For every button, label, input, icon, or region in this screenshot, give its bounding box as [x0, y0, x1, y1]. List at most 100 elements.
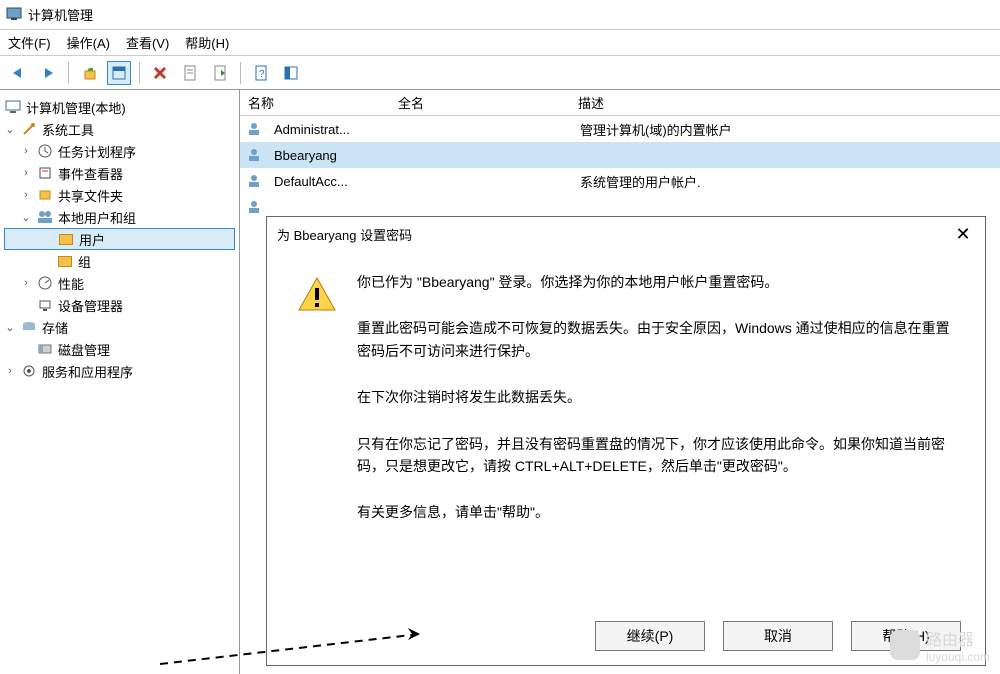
disk-icon	[36, 343, 54, 355]
menu-view[interactable]: 查看(V)	[126, 33, 169, 52]
list-header: 名称 全名 描述	[240, 90, 1000, 116]
tree-label: 共享文件夹	[58, 186, 123, 205]
tree-sharedfolders[interactable]: › 共享文件夹	[4, 184, 235, 206]
tree-servicesapps[interactable]: › 服务和应用程序	[4, 360, 235, 382]
dialog-p1: 你已作为 "Bbearyang" 登录。你选择为你的本地用户帐户重置密码。	[357, 271, 955, 293]
cell-name: Administrat...	[266, 122, 392, 137]
tree-root[interactable]: 计算机管理(本地)	[4, 96, 235, 118]
password-dialog: 为 Bbearyang 设置密码 ✕ 你已作为 "Bbearyang" 登录。你…	[266, 216, 986, 666]
twisty-icon[interactable]: ›	[4, 365, 16, 377]
menubar: 文件(F) 操作(A) 查看(V) 帮助(H)	[0, 30, 1000, 56]
tree-performance[interactable]: › 性能	[4, 272, 235, 294]
cell-name: DefaultAcc...	[266, 174, 392, 189]
tree-systools[interactable]: ⌄ 系统工具	[4, 118, 235, 140]
menu-help[interactable]: 帮助(H)	[185, 33, 229, 52]
tree-devicemgr[interactable]: › 设备管理器	[4, 294, 235, 316]
tree-label: 存储	[42, 318, 68, 337]
dialog-body: 你已作为 "Bbearyang" 登录。你选择为你的本地用户帐户重置密码。 重置…	[267, 251, 985, 558]
dialog-text: 你已作为 "Bbearyang" 登录。你选择为你的本地用户帐户重置密码。 重置…	[357, 271, 955, 548]
view-button[interactable]	[279, 61, 303, 85]
watermark-sub: luyouqi.com	[926, 650, 990, 664]
close-button[interactable]: ✕	[951, 222, 975, 246]
warning-icon	[297, 275, 337, 315]
menu-action[interactable]: 操作(A)	[67, 33, 110, 52]
col-name[interactable]: 名称	[240, 93, 390, 112]
watermark-text: 路由器	[926, 626, 990, 650]
tree-label: 组	[78, 252, 91, 271]
back-button[interactable]	[6, 61, 30, 85]
user-icon	[246, 121, 262, 137]
separator	[68, 62, 69, 84]
tree-groups[interactable]: 组	[4, 250, 235, 272]
tree-storage[interactable]: ⌄ 存储	[4, 316, 235, 338]
tree-diskmgmt[interactable]: › 磁盘管理	[4, 338, 235, 360]
svg-text:?: ?	[259, 69, 265, 80]
tree-eventviewer[interactable]: › 事件查看器	[4, 162, 235, 184]
tree-label: 磁盘管理	[58, 340, 110, 359]
device-icon	[36, 298, 54, 312]
services-icon	[20, 364, 38, 378]
cell-desc: 系统管理的用户帐户.	[572, 172, 1000, 191]
tree-label: 性能	[58, 274, 84, 293]
tree-label: 计算机管理(本地)	[26, 98, 126, 117]
forward-button[interactable]	[36, 61, 60, 85]
help-button[interactable]: ?	[249, 61, 273, 85]
dialog-p3: 在下次你注销时将发生此数据丢失。	[357, 386, 955, 408]
user-icon	[246, 173, 262, 189]
window-titlebar: 计算机管理	[0, 0, 1000, 30]
tree-tasksched[interactable]: › 任务计划程序	[4, 140, 235, 162]
users-icon	[36, 210, 54, 224]
tree-label: 系统工具	[42, 120, 94, 139]
tree-label: 任务计划程序	[58, 142, 136, 161]
tree-label: 本地用户和组	[58, 208, 136, 227]
cancel-button[interactable]: 取消	[723, 621, 833, 651]
watermark: 路由器 luyouqi.com	[890, 626, 990, 664]
twisty-icon[interactable]: ›	[20, 277, 32, 289]
user-icon	[246, 147, 262, 163]
up-button[interactable]	[77, 61, 101, 85]
twisty-icon[interactable]: ⌄	[20, 211, 32, 224]
twisty-icon[interactable]: ›	[20, 145, 32, 157]
twisty-icon[interactable]: ›	[20, 167, 32, 179]
clock-icon	[36, 144, 54, 158]
window-title: 计算机管理	[28, 5, 93, 24]
nav-tree: 计算机管理(本地) ⌄ 系统工具 › 任务计划程序 › 事件查看器 › 共享文件…	[0, 90, 240, 674]
list-row[interactable]: Bbearyang	[240, 142, 1000, 168]
delete-button[interactable]	[148, 61, 172, 85]
continue-button[interactable]: 继续(P)	[595, 621, 705, 651]
cell-desc: 管理计算机(域)的内置帐户	[572, 120, 1000, 139]
list-row[interactable]: DefaultAcc... 系统管理的用户帐户.	[240, 168, 1000, 194]
dialog-p4: 只有在你忘记了密码，并且没有密码重置盘的情况下，你才应该使用此命令。如果你知道当…	[357, 433, 955, 478]
twisty-icon[interactable]: ⌄	[4, 123, 16, 136]
dialog-title: 为 Bbearyang 设置密码	[277, 225, 412, 244]
properties-button[interactable]	[178, 61, 202, 85]
cell-name: Bbearyang	[266, 148, 392, 163]
watermark-icon	[890, 630, 920, 660]
list-row[interactable]: Administrat... 管理计算机(域)的内置帐户	[240, 116, 1000, 142]
menu-file[interactable]: 文件(F)	[8, 33, 51, 52]
twisty-icon[interactable]: ›	[20, 189, 32, 201]
col-fullname[interactable]: 全名	[390, 93, 570, 112]
event-icon	[36, 166, 54, 180]
folder-icon	[57, 234, 75, 245]
dialog-titlebar: 为 Bbearyang 设置密码 ✕	[267, 217, 985, 251]
twisty-icon[interactable]: ⌄	[4, 321, 16, 334]
tree-label: 服务和应用程序	[42, 362, 133, 381]
export-button[interactable]	[208, 61, 232, 85]
dialog-p2: 重置此密码可能会造成不可恢复的数据丢失。由于安全原因，Windows 通过使相应…	[357, 317, 955, 362]
folder-icon	[56, 256, 74, 267]
toolbar: ?	[0, 56, 1000, 90]
storage-icon	[20, 321, 38, 333]
perf-icon	[36, 276, 54, 290]
show-pane-button[interactable]	[107, 61, 131, 85]
shared-icon	[36, 189, 54, 201]
tools-icon	[20, 122, 38, 136]
col-desc[interactable]: 描述	[570, 93, 1000, 112]
tree-users[interactable]: 用户	[4, 228, 235, 250]
tree-label: 用户	[79, 230, 105, 249]
dialog-p5: 有关更多信息，请单击"帮助"。	[357, 501, 955, 523]
app-icon	[6, 5, 22, 24]
tree-label: 设备管理器	[58, 296, 123, 315]
tree-localusers[interactable]: ⌄ 本地用户和组	[4, 206, 235, 228]
user-icon	[246, 199, 262, 215]
